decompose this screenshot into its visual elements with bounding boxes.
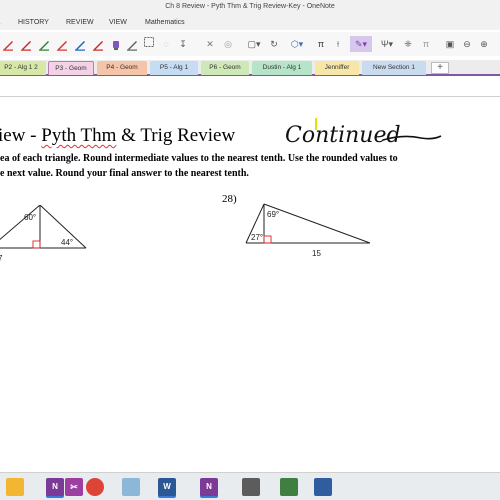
add-section-button[interactable]: + [431, 62, 449, 74]
section-tab-new-section-1[interactable]: New Section 1 [362, 61, 426, 75]
onenote-icon[interactable]: N [46, 478, 64, 496]
pi-faded-icon[interactable]: π [420, 36, 432, 52]
triangle-left-side [0, 205, 41, 241]
snipping-tool-icon[interactable]: ✂ [65, 478, 83, 496]
section-tab-p4[interactable]: P4 - Geom [97, 61, 147, 75]
instruction-line-2: e next value. Round your final answer to… [0, 168, 249, 179]
arrange-icon[interactable]: ◎ [222, 36, 234, 52]
ribbon-tab-review[interactable]: REVIEW [66, 19, 94, 26]
triangle-problem-left: 60° 44° 7 [0, 205, 87, 263]
ink-to-shape-icon[interactable]: ⬡▾ [288, 36, 306, 52]
onenote-window: Ch 8 Review - Pyth Thm & Trig Review-Key… [0, 0, 500, 500]
section-tab-p5[interactable]: P5 - Alg 1 [150, 61, 198, 75]
problem-number-28: 28) [222, 193, 237, 205]
ribbon-tab-view[interactable]: VIEW [109, 19, 127, 26]
chrome-icon[interactable] [86, 478, 104, 496]
pen-darkred-icon[interactable] [20, 38, 32, 51]
triangle-28-right-side [263, 203, 371, 244]
pen-gray-icon[interactable] [126, 38, 138, 51]
ink-to-math-icon[interactable]: ⟊ [332, 36, 344, 52]
angle-label-60: 60° [24, 213, 36, 222]
side-label-15: 15 [312, 249, 321, 258]
section-tab-p6[interactable]: P6 - Geom [201, 61, 249, 75]
page-title: iew - Pyth Thm & Trig Review [0, 125, 235, 147]
handwritten-continued: Continued [285, 123, 442, 148]
ink-toolbar: ◌ ↧ ✕ ◎ ▢▾ ↻ ⬡▾ π ⟊ ✎▾ Ψ▾ ⁜ π ▣ ⊖ ⊕ [0, 32, 500, 56]
windows-taskbar: N ✂ W N [0, 472, 500, 500]
window-title: Ch 8 Review - Pyth Thm & Trig Review-Key… [165, 3, 335, 10]
ribbon-tab-mathematics[interactable]: Mathematics [145, 19, 185, 26]
section-tabs: P2 - Alg 1 2 P3 - Geom P4 - Geom P5 - Al… [0, 60, 500, 76]
section-tab-p3-active[interactable]: P3 - Geom [48, 61, 94, 75]
section-tab-jenniffer[interactable]: Jenniffer [315, 61, 359, 75]
page-title-line [0, 96, 500, 97]
pen-green-icon[interactable] [38, 38, 50, 51]
database-icon[interactable] [242, 478, 260, 496]
highlighter-active-icon[interactable]: ✎▾ [350, 36, 372, 52]
math-icon[interactable]: Ψ▾ [378, 36, 396, 52]
zoom-in-icon[interactable]: ⊕ [478, 36, 490, 52]
eraser-icon[interactable]: ◌ [160, 36, 172, 52]
onenote-2-icon[interactable]: N [200, 478, 218, 496]
insert-space-icon[interactable]: ⁜ [402, 36, 414, 52]
page-view-icon[interactable]: ▣ [444, 36, 456, 52]
title-suffix: & Trig Review [116, 125, 236, 146]
right-angle-marker-28 [263, 235, 272, 244]
pen-red-icon[interactable] [2, 38, 14, 51]
media-icon[interactable] [280, 478, 298, 496]
pen-blue-icon[interactable] [74, 38, 86, 51]
zoom-out-icon[interactable]: ⊖ [461, 36, 473, 52]
angle-label-69: 69° [267, 210, 279, 219]
ribbon-tab-history[interactable]: HISTORY [18, 19, 49, 26]
pen-red-2-icon[interactable] [56, 38, 68, 51]
right-angle-marker [32, 240, 41, 249]
lasso-select-icon[interactable] [143, 36, 155, 52]
add-space-icon[interactable]: ↧ [177, 36, 189, 52]
triangle-problem-28: 69° 27° 15 [245, 203, 371, 258]
notepad-icon[interactable] [122, 478, 140, 496]
title-bar: Ch 8 Review - Pyth Thm & Trig Review-Key… [0, 0, 500, 30]
instruction-line-1: ea of each triangle. Round intermediate … [0, 153, 398, 164]
angle-label-27: 27° [251, 233, 263, 242]
rotate-icon[interactable]: ↻ [268, 36, 280, 52]
section-tab-p2[interactable]: P2 - Alg 1 2 [0, 61, 46, 75]
angle-label-44: 44° [61, 238, 73, 247]
word-icon[interactable]: W [158, 478, 176, 496]
pen-red-3-icon[interactable] [92, 38, 104, 51]
title-prefix: iew - [0, 125, 42, 146]
ribbon-tab-partial[interactable]: .. [0, 19, 1, 26]
shapes-icon[interactable]: ▢▾ [246, 36, 262, 52]
file-explorer-icon[interactable] [6, 478, 24, 496]
side-label-7: 7 [0, 254, 3, 263]
section-tab-dustin[interactable]: Dustin - Alg 1 [252, 61, 312, 75]
settings-icon[interactable] [314, 478, 332, 496]
pi-symbol[interactable]: π [316, 36, 326, 52]
handwritten-text: Continued [285, 123, 401, 148]
pen-brush-icon[interactable] [110, 38, 122, 50]
delete-ink-icon[interactable]: ✕ [204, 36, 216, 52]
text-cursor [315, 118, 317, 130]
title-underlined: Pyth Thm [41, 125, 117, 146]
